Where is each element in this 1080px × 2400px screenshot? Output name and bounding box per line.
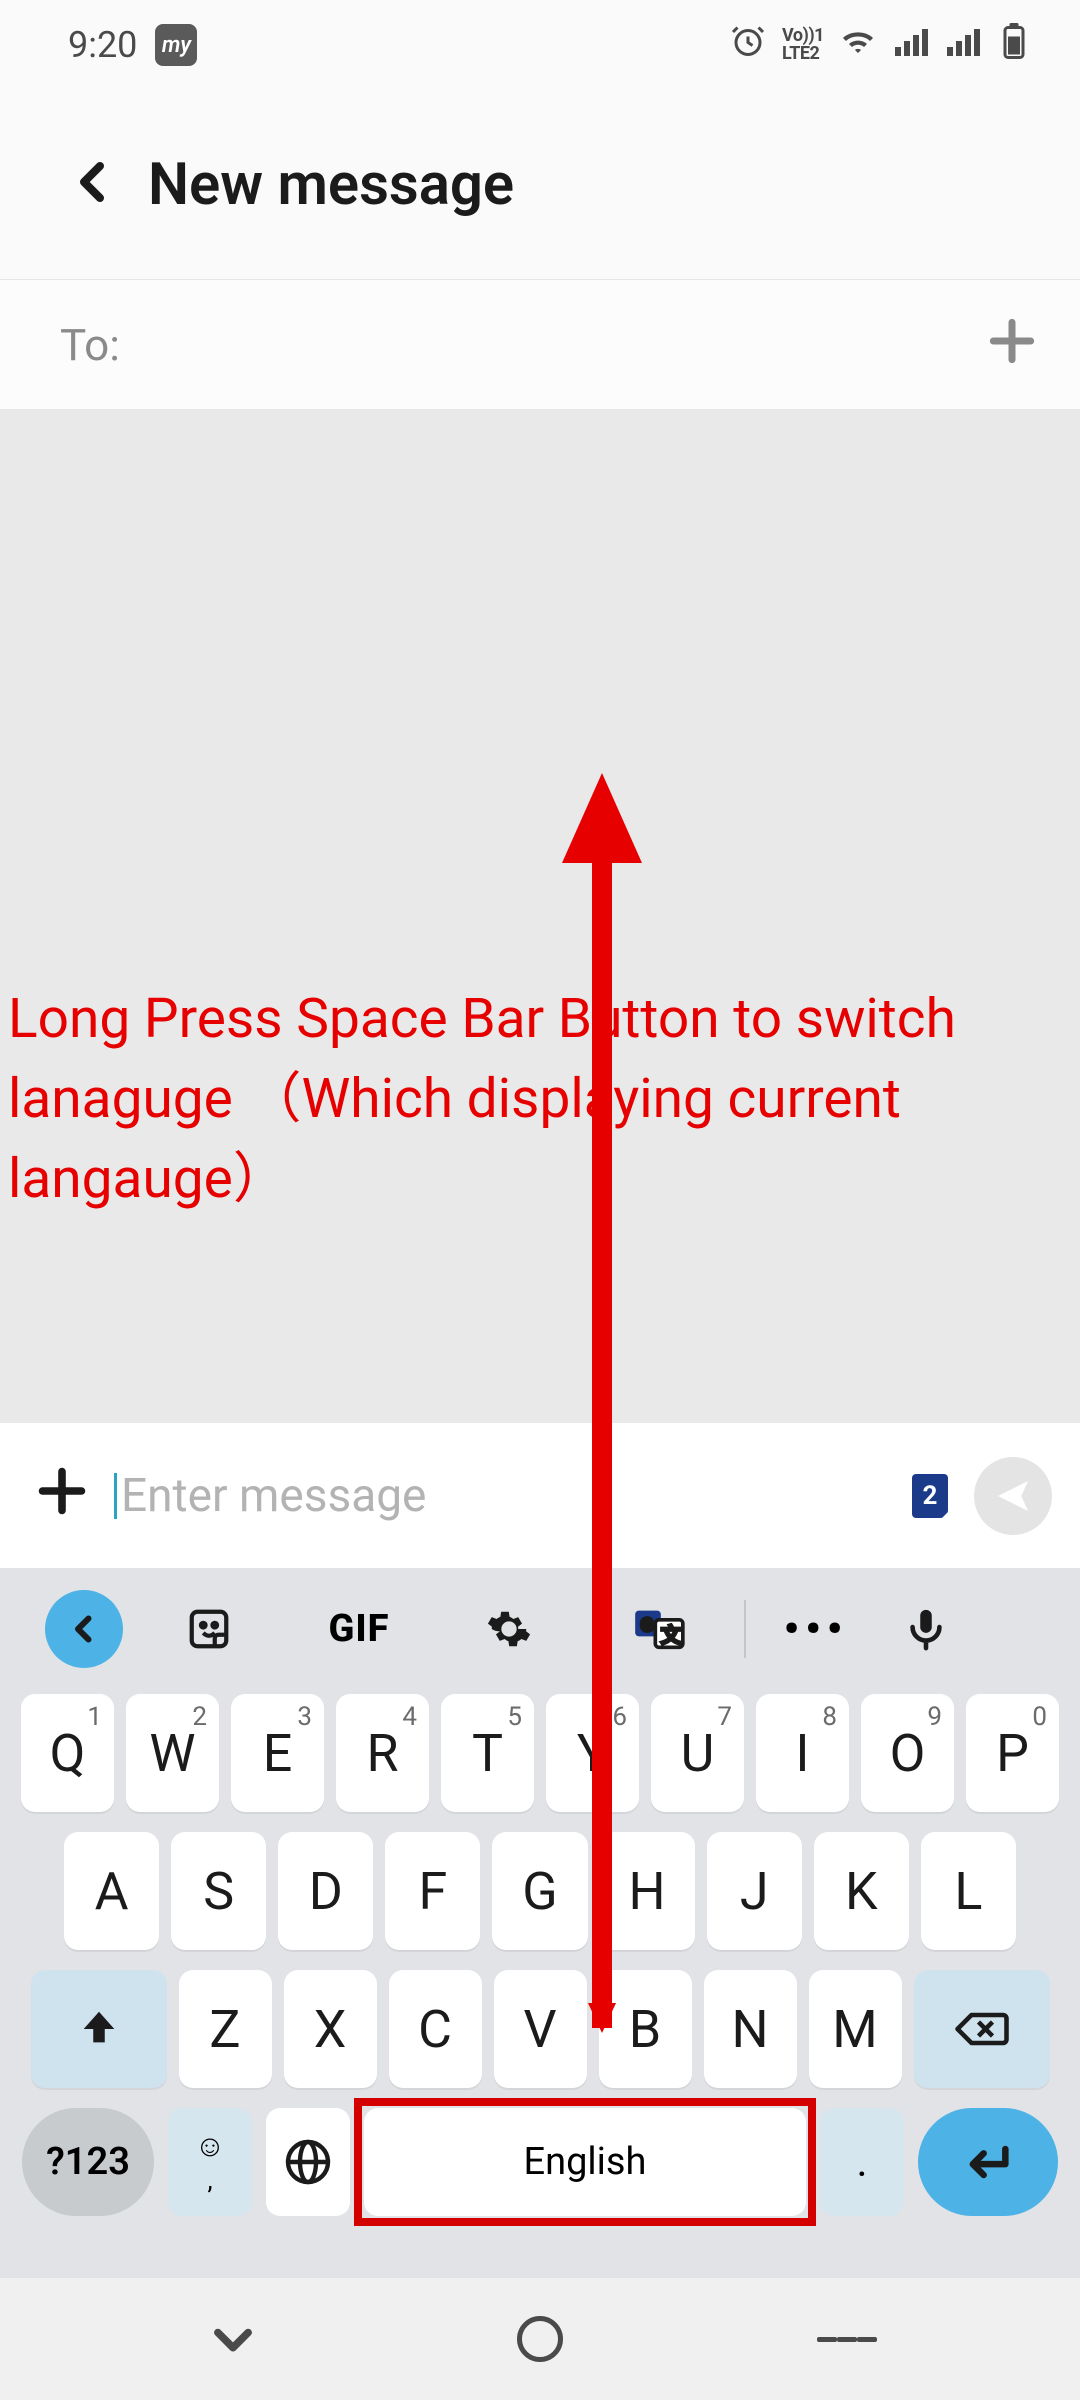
keyboard-more-button[interactable]: ••• xyxy=(756,1605,876,1654)
key-a[interactable]: A xyxy=(64,1832,159,1950)
enter-key[interactable] xyxy=(918,2108,1058,2216)
text-cursor xyxy=(114,1473,117,1519)
key-v[interactable]: V xyxy=(494,1970,587,2088)
key-l[interactable]: L xyxy=(921,1832,1016,1950)
keyboard-collapse-toolbar-button[interactable] xyxy=(45,1590,123,1668)
sim-selector[interactable]: 2 xyxy=(912,1474,948,1518)
app-header: New message xyxy=(0,90,1080,280)
key-h[interactable]: H xyxy=(600,1832,695,1950)
system-nav-bar xyxy=(0,2278,1080,2400)
key-f[interactable]: F xyxy=(385,1832,480,1950)
gif-button[interactable]: GIF xyxy=(284,1607,434,1651)
key-p[interactable]: P0 xyxy=(966,1694,1059,1812)
nav-recents-button[interactable] xyxy=(817,2309,877,2369)
attach-button[interactable] xyxy=(36,1458,88,1533)
svg-text:文: 文 xyxy=(661,1623,681,1647)
sticker-button[interactable] xyxy=(134,1606,284,1652)
add-recipient-button[interactable] xyxy=(984,302,1040,387)
backspace-key[interactable] xyxy=(914,1970,1050,2088)
key-o[interactable]: O9 xyxy=(861,1694,954,1812)
key-y[interactable]: Y6 xyxy=(546,1694,639,1812)
keyboard-toolbar: GIF G文 ••• xyxy=(0,1574,1080,1684)
battery-icon xyxy=(996,23,1032,68)
soft-keyboard: GIF G文 ••• Q1W2E3R4T5Y6U7I8O9P0 ASDFGHJK… xyxy=(0,1568,1080,2278)
key-j[interactable]: J xyxy=(707,1832,802,1950)
volte-indicator: Vo))1 LTE2 xyxy=(782,27,824,63)
wifi-icon xyxy=(840,23,876,68)
page-title: New message xyxy=(148,151,514,219)
key-q[interactable]: Q1 xyxy=(21,1694,114,1812)
voice-input-button[interactable] xyxy=(876,1606,976,1652)
key-d[interactable]: D xyxy=(278,1832,373,1950)
key-z[interactable]: Z xyxy=(179,1970,272,2088)
emoji-key[interactable]: ☺, xyxy=(168,2108,252,2216)
key-c[interactable]: C xyxy=(389,1970,482,2088)
message-thread-area: Long Press Space Bar Button to switch la… xyxy=(0,410,1080,1423)
key-e[interactable]: E3 xyxy=(231,1694,324,1812)
nav-hide-keyboard-button[interactable] xyxy=(203,2309,263,2369)
key-t[interactable]: T5 xyxy=(441,1694,534,1812)
spacebar-key[interactable]: English xyxy=(364,2108,806,2216)
compose-bar: 2 xyxy=(0,1423,1080,1568)
message-input-field[interactable] xyxy=(121,1469,886,1523)
symbols-key[interactable]: ?123 xyxy=(22,2108,154,2216)
alarm-icon xyxy=(730,23,766,68)
spacebar-language-label: English xyxy=(524,2140,647,2184)
nav-home-button[interactable] xyxy=(510,2309,570,2369)
message-input[interactable] xyxy=(114,1469,886,1523)
key-r[interactable]: R4 xyxy=(336,1694,429,1812)
key-b[interactable]: B xyxy=(599,1970,692,2088)
key-n[interactable]: N xyxy=(704,1970,797,2088)
key-g[interactable]: G xyxy=(492,1832,587,1950)
keyboard-settings-button[interactable] xyxy=(434,1606,584,1652)
status-bar: 9:20 my Vo))1 LTE2 xyxy=(0,0,1080,90)
key-w[interactable]: W2 xyxy=(126,1694,219,1812)
cell-signal-icon-1 xyxy=(892,23,928,68)
status-app-badge: my xyxy=(155,24,197,66)
key-x[interactable]: X xyxy=(284,1970,377,2088)
language-switch-key[interactable] xyxy=(266,2108,350,2216)
key-k[interactable]: K xyxy=(814,1832,909,1950)
toolbar-separator xyxy=(744,1600,746,1658)
recipient-row[interactable]: To: xyxy=(0,280,1080,410)
cell-signal-icon-2 xyxy=(944,23,980,68)
translate-button[interactable]: G文 xyxy=(584,1607,734,1651)
shift-key[interactable] xyxy=(31,1970,167,2088)
recipient-label: To: xyxy=(60,319,120,371)
period-key[interactable]: . xyxy=(820,2108,904,2216)
back-button[interactable] xyxy=(70,147,118,222)
status-time: 9:20 xyxy=(68,24,137,66)
key-i[interactable]: I8 xyxy=(756,1694,849,1812)
send-button[interactable] xyxy=(974,1457,1052,1535)
key-s[interactable]: S xyxy=(171,1832,266,1950)
key-u[interactable]: U7 xyxy=(651,1694,744,1812)
svg-text:G: G xyxy=(641,1615,654,1636)
key-m[interactable]: M xyxy=(809,1970,902,2088)
annotation-text: Long Press Space Bar Button to switch la… xyxy=(8,980,1050,1219)
